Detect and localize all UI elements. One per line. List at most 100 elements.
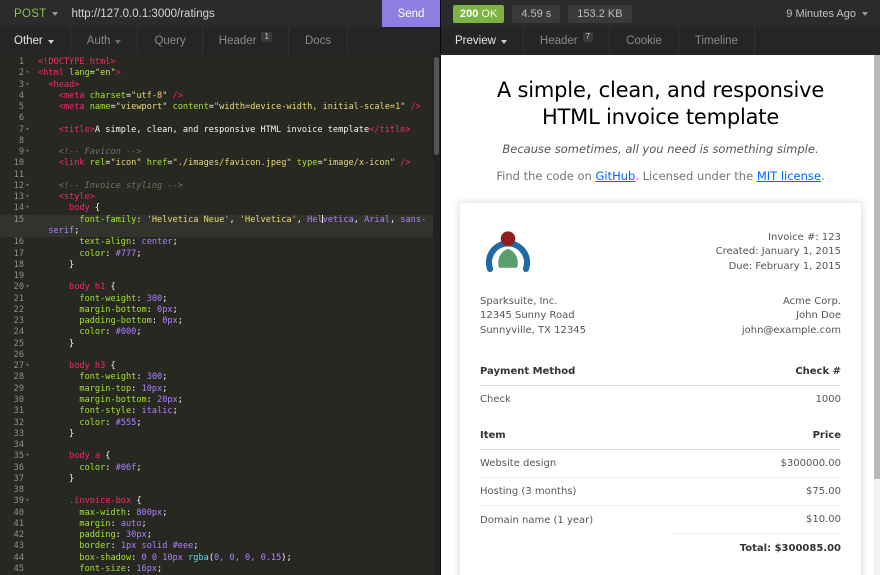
spacer-row — [480, 413, 841, 422]
tab-header[interactable]: Header 7 — [524, 27, 611, 55]
payment-detail-row: Check 1000 — [480, 386, 841, 414]
fold-arrow-icon[interactable]: ▾ — [24, 495, 31, 506]
fold-arrow-icon[interactable]: ▾ — [24, 450, 31, 461]
fold-arrow-icon[interactable]: ▾ — [24, 67, 31, 78]
fold-arrow-icon[interactable]: ▾ — [24, 191, 31, 202]
code-line[interactable]: 8 — [0, 136, 440, 147]
code-line[interactable]: 29 margin-top: 10px; — [0, 384, 440, 395]
code-line[interactable]: 31 font-style: italic; — [0, 406, 440, 417]
code-token: : — [136, 293, 147, 304]
line-number: 28 — [0, 372, 34, 383]
code-token: 'Helvetica' — [239, 214, 297, 225]
editor-scrollbar-thumb[interactable] — [434, 57, 439, 155]
line-number: 5 — [0, 102, 34, 113]
code-line[interactable]: 21 font-weight: 300; — [0, 294, 440, 305]
response-size: 153.2 KB — [568, 4, 632, 23]
send-button[interactable]: Send — [382, 0, 440, 27]
code-line[interactable]: 41 margin: auto; — [0, 519, 440, 530]
tab-preview[interactable]: Preview — [441, 27, 524, 55]
mit-license-link[interactable]: MIT license — [757, 169, 821, 183]
code-text: padding-bottom: 0px; — [34, 316, 440, 327]
code-line[interactable]: 28 font-weight: 300; — [0, 372, 440, 383]
code-line[interactable]: 11 — [0, 170, 440, 181]
code-line[interactable]: 13▾ <style> — [0, 192, 440, 203]
tab-docs[interactable]: Docs — [289, 27, 349, 55]
code-line[interactable]: 14▾ body { — [0, 203, 440, 214]
code-line[interactable]: 30 margin-bottom: 20px; — [0, 395, 440, 406]
code-line[interactable]: 34 — [0, 440, 440, 451]
code-line[interactable]: 36 color: #06f; — [0, 463, 440, 474]
code-line[interactable]: 35▾ body a { — [0, 451, 440, 462]
code-line[interactable]: 43 border: 1px solid #eee; — [0, 541, 440, 552]
code-line[interactable]: 1 <!DOCTYPE html> — [0, 57, 440, 68]
line-number-value: 20 — [13, 282, 24, 293]
code-line[interactable]: 12▾ <!-- Invoice styling --> — [0, 181, 440, 192]
code-line[interactable]: 2▾ <html lang="en"> — [0, 68, 440, 79]
fold-arrow-icon[interactable]: ▾ — [24, 281, 31, 292]
code-line[interactable]: 32 color: #555; — [0, 418, 440, 429]
response-timestamp-selector[interactable]: 9 Minutes Ago — [786, 8, 868, 20]
url-input[interactable]: http://127.0.0.1:3000/ratings — [68, 0, 382, 27]
line-number: 31 — [0, 406, 34, 417]
code-line[interactable]: 7▾ <title>A simple, clean, and responsiv… — [0, 125, 440, 136]
tab-other[interactable]: Other — [0, 27, 71, 55]
code-token: : — [105, 248, 116, 259]
github-link[interactable]: GitHub — [595, 169, 635, 183]
code-line[interactable]: 33 } — [0, 429, 440, 440]
code-text: max-width: 800px; — [34, 508, 440, 519]
code-token: #000 — [115, 327, 137, 338]
code-line[interactable]: 19 — [0, 271, 440, 282]
code-line[interactable]: 17 color: #777; — [0, 249, 440, 260]
code-line[interactable]: 20▾ body h1 { — [0, 282, 440, 293]
code-editor[interactable]: 1 <!DOCTYPE html> 2▾ <html lang="en"> 3▾ <he… — [0, 55, 440, 575]
fold-arrow-icon[interactable]: ▾ — [24, 146, 31, 157]
code-line[interactable]: 44 box-shadow: 0 0 10px rgba(0, 0, 0, 0.… — [0, 553, 440, 564]
line-number-value: 42 — [13, 530, 24, 541]
code-line[interactable]: 37 } — [0, 474, 440, 485]
line-number: 16 — [0, 237, 34, 248]
tab-timeline[interactable]: Timeline — [679, 27, 755, 55]
sender-line-1: Sparksuite, Inc. — [480, 295, 558, 307]
fold-arrow-icon[interactable]: ▾ — [24, 79, 31, 90]
code-line[interactable]: 26 — [0, 350, 440, 361]
code-line[interactable]: 4 <meta charset="utf-8" /> — [0, 91, 440, 102]
fold-arrow-icon[interactable]: ▾ — [24, 180, 31, 191]
tab-auth[interactable]: Auth — [71, 27, 139, 55]
item-name: Website design — [480, 449, 671, 479]
fold-arrow-icon[interactable]: ▾ — [24, 124, 31, 135]
preview-scrollbar-track[interactable] — [874, 55, 880, 575]
sender-line-2: 12345 Sunny Road — [480, 310, 575, 322]
code-line[interactable]: 5 <meta name="viewport" content="width=d… — [0, 102, 440, 113]
check-number-value: 1000 — [815, 394, 841, 406]
code-line[interactable]: 40 max-width: 800px; — [0, 508, 440, 519]
code-line[interactable]: 23 padding-bottom: 0px; — [0, 316, 440, 327]
fold-arrow-icon[interactable]: ▾ — [24, 202, 31, 213]
code-line[interactable]: 25 } — [0, 339, 440, 350]
code-line[interactable]: 10 <link rel="icon" href="./images/favic… — [0, 158, 440, 169]
line-number-value: 27 — [13, 361, 24, 372]
code-line[interactable]: 16 text-align: center; — [0, 237, 440, 248]
preview-scrollbar-thumb[interactable] — [874, 55, 880, 479]
code-line[interactable]: 45 font-size: 16px; — [0, 564, 440, 575]
code-line[interactable]: 38 — [0, 485, 440, 496]
code-line[interactable]: 22 margin-bottom: 0px; — [0, 305, 440, 316]
code-line[interactable]: 3▾ <head> — [0, 80, 440, 91]
code-line[interactable]: 27▾ body h3 { — [0, 361, 440, 372]
tab-cookie[interactable]: Cookie — [610, 27, 679, 55]
fold-arrow-icon[interactable]: ▾ — [24, 360, 31, 371]
http-method-selector[interactable]: POST — [0, 0, 68, 27]
line-number: 45 — [0, 564, 34, 575]
tab-query[interactable]: Query — [138, 27, 203, 55]
code-token: <meta — [58, 90, 90, 101]
code-line[interactable]: 9▾ <!-- Favicon --> — [0, 147, 440, 158]
code-line[interactable]: 24 color: #000; — [0, 327, 440, 338]
code-token: body a — [69, 451, 101, 462]
code-line[interactable]: 42 padding: 30px; — [0, 530, 440, 541]
chevron-down-icon — [51, 12, 58, 16]
tab-header[interactable]: Header 1 — [203, 27, 289, 55]
code-line[interactable]: 18 } — [0, 260, 440, 271]
code-line[interactable]: 39▾ .invoice-box { — [0, 496, 440, 507]
code-line[interactable]: 15 font-family: 'Helvetica Neue', 'Helve… — [0, 214, 440, 238]
code-line[interactable]: 6 — [0, 113, 440, 124]
line-number-value: 30 — [13, 394, 24, 405]
